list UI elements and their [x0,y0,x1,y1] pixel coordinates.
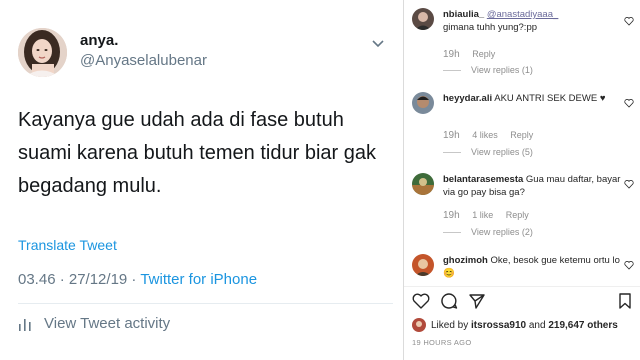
comment-username[interactable]: nbiaulia_ [443,9,484,20]
liked-by-count[interactable]: 219,647 others [548,320,618,331]
heart-icon[interactable] [624,98,634,108]
comment-username[interactable]: belantarasemesta [443,174,523,185]
comment-content: gimana tuhh yung?:pp [443,22,538,33]
tweet-author-handle[interactable]: @Anyaselalubenar [80,52,207,69]
heart-icon[interactable] [624,260,634,270]
comment-time: 19h [443,49,460,60]
replies-line [443,69,461,71]
tweet-author-name[interactable]: anya. [80,32,118,49]
liked-by-and: and [528,319,546,331]
comment-meta: 19h 4 likes Reply [443,130,543,141]
heart-icon[interactable] [412,292,430,310]
bar-chart-icon [19,318,31,331]
comment-meta: 19h Reply [443,49,505,60]
comment-text: nbiaulia_ @anastadiyaaa_ gimana tuhh yun… [443,8,621,34]
comment-reply-button[interactable]: Reply [506,210,529,220]
comment-avatar[interactable] [412,254,434,276]
comment-text: heyydar.ali AKU ANTRI SEK DEWE ♥ [443,92,621,105]
tweet-activity-button[interactable]: View Tweet activity [18,315,170,332]
liked-by: Liked by itsrossa910 and 219,647 others [412,318,618,332]
comment-likes[interactable]: 4 likes [472,130,498,140]
tweet-meta: 03.46 · 27/12/19 · Twitter for iPhone [18,271,257,288]
tweet-divider [18,303,393,304]
bookmark-icon[interactable] [616,292,634,310]
view-replies-button[interactable]: View replies (5) [443,147,533,157]
tweet-source[interactable]: Twitter for iPhone [140,271,257,288]
comment-time: 19h [443,210,460,221]
heart-icon[interactable] [624,16,634,26]
instagram-comments-panel: nbiaulia_ @anastadiyaaa_ gimana tuhh yun… [404,0,640,360]
tweet-activity-label: View Tweet activity [44,315,171,332]
comment-text: ghozimoh Oke, besok gue ketemu ortu lo 😊 [443,254,621,280]
comment-meta: 19h 1 like Reply [443,210,539,221]
comment-avatar[interactable] [412,8,434,30]
view-replies-button[interactable]: View replies (2) [443,227,533,237]
view-replies-button[interactable]: View replies (1) [443,65,533,75]
comment-username[interactable]: ghozimoh [443,255,488,266]
view-replies-label: View replies (5) [471,147,533,157]
heart-icon[interactable] [624,179,634,189]
view-replies-label: View replies (1) [471,65,533,75]
comment-icon[interactable] [440,292,458,310]
liker-avatar[interactable] [412,318,426,332]
tweet-datetime[interactable]: 03.46 · 27/12/19 · [18,271,140,288]
actions-divider [404,286,640,287]
tweet-text: Kayanya gue udah ada di fase butuh suami… [18,109,376,197]
comment-content: AKU ANTRI SEK DEWE ♥ [494,93,606,104]
post-timestamp[interactable]: 19 HOURS AGO [412,338,471,347]
comment-text: belantarasemesta Gua mau daftar, bayar v… [443,173,621,199]
comment-avatar[interactable] [412,92,434,114]
paper-plane-icon[interactable] [468,292,486,310]
post-actions [412,292,634,312]
comment-likes[interactable]: 1 like [472,210,493,220]
comment-mention[interactable]: @anastadiyaaa_ [487,9,558,20]
liked-by-prefix: Liked by [431,319,469,331]
translate-tweet-link[interactable]: Translate Tweet [18,237,117,253]
replies-line [443,231,461,233]
chevron-down-icon[interactable] [370,38,386,50]
tweet-avatar[interactable] [18,28,67,77]
replies-line [443,151,461,153]
comment-username[interactable]: heyydar.ali [443,93,492,104]
view-replies-label: View replies (2) [471,227,533,237]
tweet-card: anya. @Anyaselalubenar Kayanya gue udah … [0,0,403,360]
comment-reply-button[interactable]: Reply [510,130,533,140]
comment-reply-button[interactable]: Reply [472,49,495,59]
comment-avatar[interactable] [412,173,434,195]
comment-time: 19h [443,130,460,141]
liked-by-user[interactable]: itsrossa910 [471,320,526,331]
